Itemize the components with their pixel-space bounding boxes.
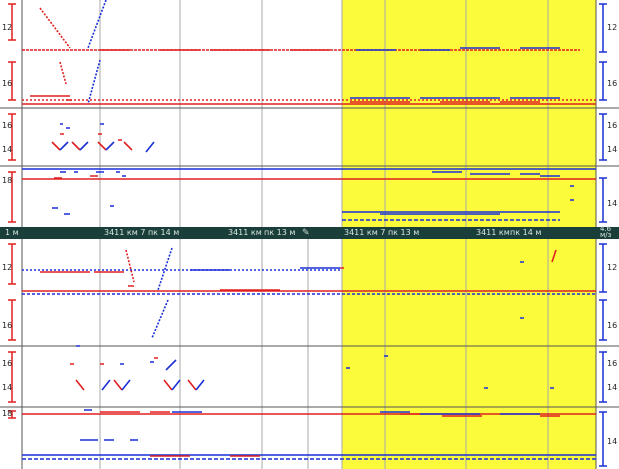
highlight-region-bottom (342, 239, 596, 469)
bottom-channel-b-tick-1: 16 (2, 359, 13, 368)
bottom-right-channel-b-tick-2: 14 (607, 383, 618, 392)
bottom-right-channel-b-tick-1: 16 (607, 359, 618, 368)
top-right-channel-a-tick-1: 12 (607, 23, 618, 32)
top-channel-c-tick-1: 18 (2, 176, 13, 185)
top-right-channel-a-tick-2: 16 (607, 79, 618, 88)
position-mark-3: пк 13 м (264, 228, 296, 237)
top-right-channel-b-tick-1: 16 (607, 121, 618, 130)
defectogram-viewer[interactable]: 12 16 16 14 18 12 16 16 14 18 12 16 16 1… (0, 0, 619, 469)
speed-unit: м/з (600, 231, 612, 239)
bottom-channel-a-tick-1: 12 (2, 263, 13, 272)
top-channel-a-tick-1: 12 (2, 23, 13, 32)
bottom-right-channel-a-tick-1: 12 (607, 263, 618, 272)
position-strip[interactable]: 1 м 3411 км 7 пк 14 м 3411 км пк 13 м ✎ … (0, 226, 619, 239)
position-mark-6: пк 14 м (510, 228, 542, 237)
bottom-channel-c-tick-1: 18 (2, 409, 13, 418)
top-channel-b-tick-2: 14 (2, 145, 13, 154)
cursor-icon[interactable]: ✎ (302, 227, 310, 238)
top-right-channel-c-tick-2: 14 (607, 199, 618, 208)
top-right-channel-b-tick-2: 14 (607, 145, 618, 154)
left-rail-scale (8, 3, 16, 419)
scale-label: 1 м (5, 228, 19, 237)
highlight-region-top (342, 0, 596, 227)
position-mark-1: 3411 км 7 пк 14 м (104, 228, 180, 237)
bottom-right-channel-c-tick-2: 14 (607, 437, 618, 446)
top-channel-a-tick-2: 16 (2, 79, 13, 88)
position-mark-4: 3411 км 7 пк 13 м (344, 228, 420, 237)
bottom-right-channel-a-tick-2: 16 (607, 321, 618, 330)
position-mark-5: 3411 км (476, 228, 510, 237)
bottom-channel-b-tick-2: 14 (2, 383, 13, 392)
position-mark-2: 3411 км (228, 228, 262, 237)
top-channel-b-tick-1: 16 (2, 121, 13, 130)
bottom-channel-a-tick-2: 16 (2, 321, 13, 330)
